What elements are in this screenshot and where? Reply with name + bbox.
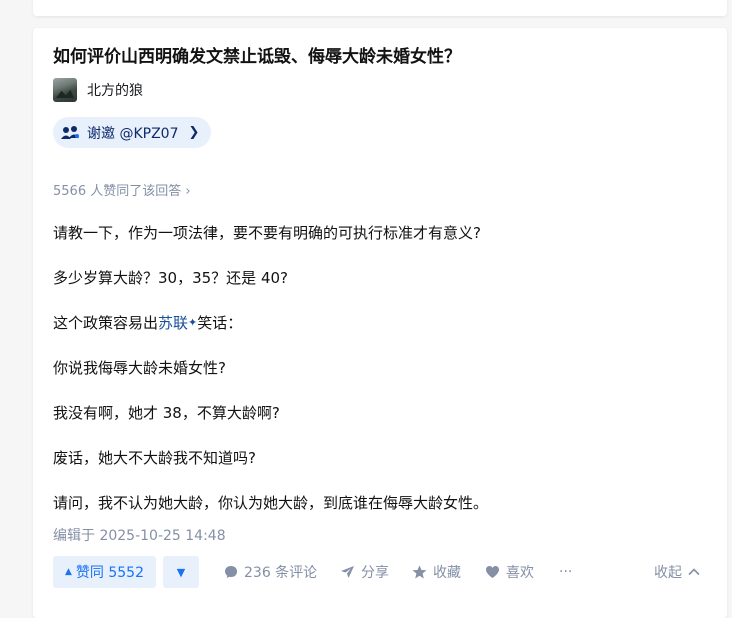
upvote-button[interactable]: ▲ 赞同 5552 xyxy=(53,556,157,588)
paragraph: 我没有啊，她才 38，不算大龄啊? xyxy=(53,404,280,422)
people-group-icon xyxy=(61,125,79,139)
collapse-label: 收起 xyxy=(654,565,682,581)
author-info: 北方的狼 xyxy=(53,78,143,102)
invite-badge[interactable]: 谢邀 @KPZ07 ❯ xyxy=(53,117,212,148)
keyword-link-suLian[interactable]: 苏联 xyxy=(158,314,188,332)
paragraph: 多少岁算大龄？30，35？还是 40? xyxy=(53,269,288,287)
spark-icon: ✦ xyxy=(188,316,198,329)
paragraph: 这个政策容易出苏联✦笑话： xyxy=(53,312,703,334)
like-button[interactable]: 喜欢 xyxy=(485,556,534,588)
answer-card: 如何评价山西明确发文禁止诋毁、侮辱大龄未婚女性？ 北方的狼 谢邀 @KPZ07 … xyxy=(33,28,727,618)
downvote-button[interactable]: ▼ xyxy=(163,556,199,588)
comment-icon xyxy=(225,566,237,578)
paragraph-text: 这个政策容易出 xyxy=(53,314,159,332)
question-title[interactable]: 如何评价山西明确发文禁止诋毁、侮辱大龄未婚女性？ xyxy=(53,45,461,69)
upvote-label: 赞同 5552 xyxy=(75,565,145,581)
more-button[interactable]: ··· xyxy=(559,556,572,588)
author-name[interactable]: 北方的狼 xyxy=(87,80,143,100)
edited-time[interactable]: 编辑于 2025-10-25 14:48 xyxy=(53,525,226,545)
paragraph-text: 笑话： xyxy=(197,314,243,332)
answer-content: 请教一下，作为一项法律，要不要有明确的可执行标准才有意义? 多少岁算大龄？30，… xyxy=(53,222,703,537)
star-icon xyxy=(412,565,427,579)
paragraph: 你说我侮辱大龄未婚女性? xyxy=(53,359,226,377)
like-label: 喜欢 xyxy=(506,565,534,581)
comment-button[interactable]: 236 条评论 xyxy=(224,556,317,588)
share-icon xyxy=(341,566,354,578)
upvote-arrow-icon: ▲ xyxy=(65,567,72,577)
share-button[interactable]: 分享 xyxy=(340,556,389,588)
paragraph: 请教一下，作为一项法律，要不要有明确的可执行标准才有意义? xyxy=(53,224,481,242)
more-icon: ··· xyxy=(559,564,573,580)
action-bar: ▲ 赞同 5552 ▼ 236 条评论 分享 收藏 喜欢 ··· 收起 xyxy=(53,556,707,588)
downvote-arrow-icon: ▼ xyxy=(176,565,186,579)
comment-label: 236 条评论 xyxy=(244,565,318,581)
previous-card-footer xyxy=(33,0,727,16)
invite-label: 谢邀 @KPZ07 xyxy=(87,125,179,142)
author-avatar[interactable] xyxy=(53,78,77,102)
chevron-right-icon: ❯ xyxy=(188,125,200,140)
favorite-label: 收藏 xyxy=(433,565,461,581)
paragraph: 废话，她大不大龄我不知道吗? xyxy=(53,449,256,467)
agree-count-link[interactable]: 5566 人赞同了该回答 › xyxy=(53,180,191,199)
favorite-button[interactable]: 收藏 xyxy=(412,556,461,588)
collapse-button[interactable]: 收起 xyxy=(654,556,700,588)
share-label: 分享 xyxy=(361,565,389,581)
paragraph: 请问，我不认为她大龄，你认为她大龄，到底谁在侮辱大龄女性。 xyxy=(53,494,489,512)
heart-icon xyxy=(486,566,499,578)
chevron-up-icon xyxy=(688,568,700,576)
